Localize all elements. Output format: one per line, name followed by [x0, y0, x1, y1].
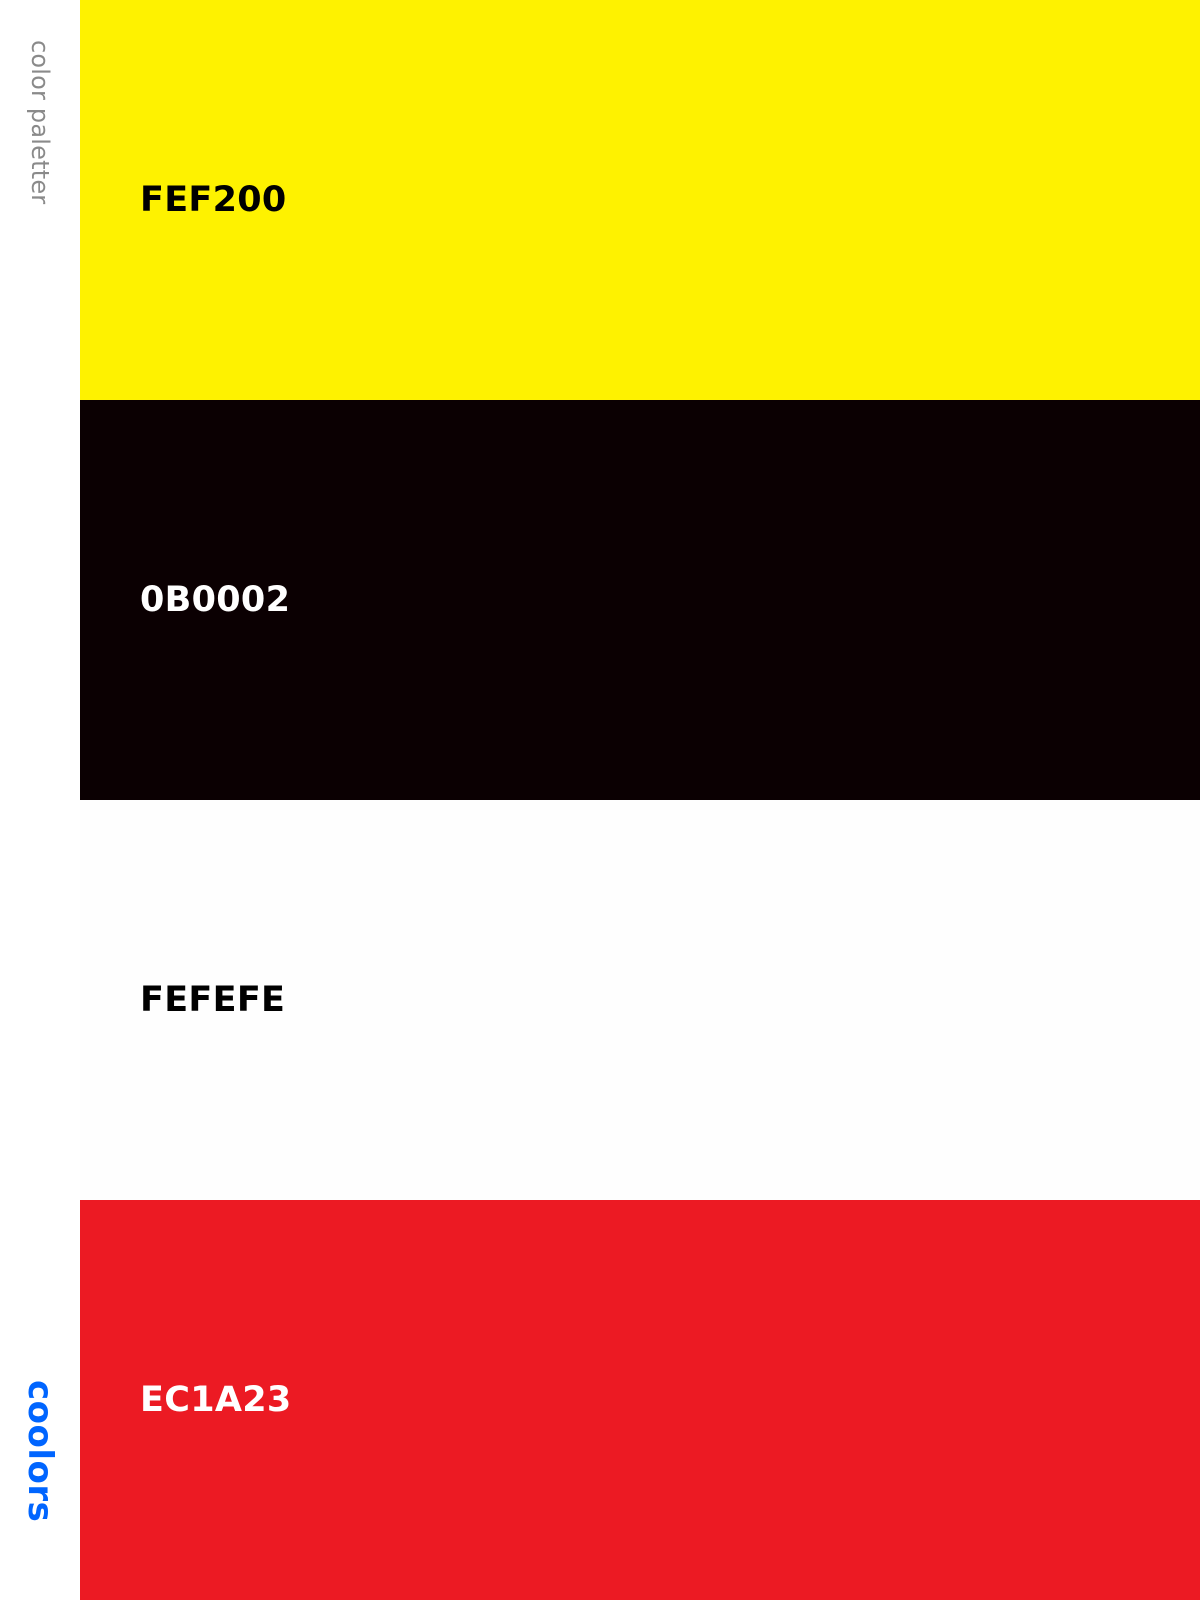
swatch-hex-label[interactable]: FEF200 [140, 180, 287, 220]
swatch-2[interactable]: 0B0002 [80, 400, 1200, 800]
color-palette: FEF200 0B0002 FEFEFE EC1A23 [80, 0, 1200, 1600]
swatch-1[interactable]: FEF200 [80, 0, 1200, 400]
sidebar: color paletter coolors [0, 0, 80, 1600]
swatch-hex-label[interactable]: FEFEFE [140, 980, 285, 1020]
sidebar-title: color paletter [26, 40, 54, 205]
swatch-3[interactable]: FEFEFE [80, 800, 1200, 1200]
swatch-hex-label[interactable]: EC1A23 [140, 1380, 292, 1420]
swatch-4[interactable]: EC1A23 [80, 1200, 1200, 1600]
swatch-hex-label[interactable]: 0B0002 [140, 580, 290, 620]
coolors-logo[interactable]: coolors [20, 1380, 60, 1522]
